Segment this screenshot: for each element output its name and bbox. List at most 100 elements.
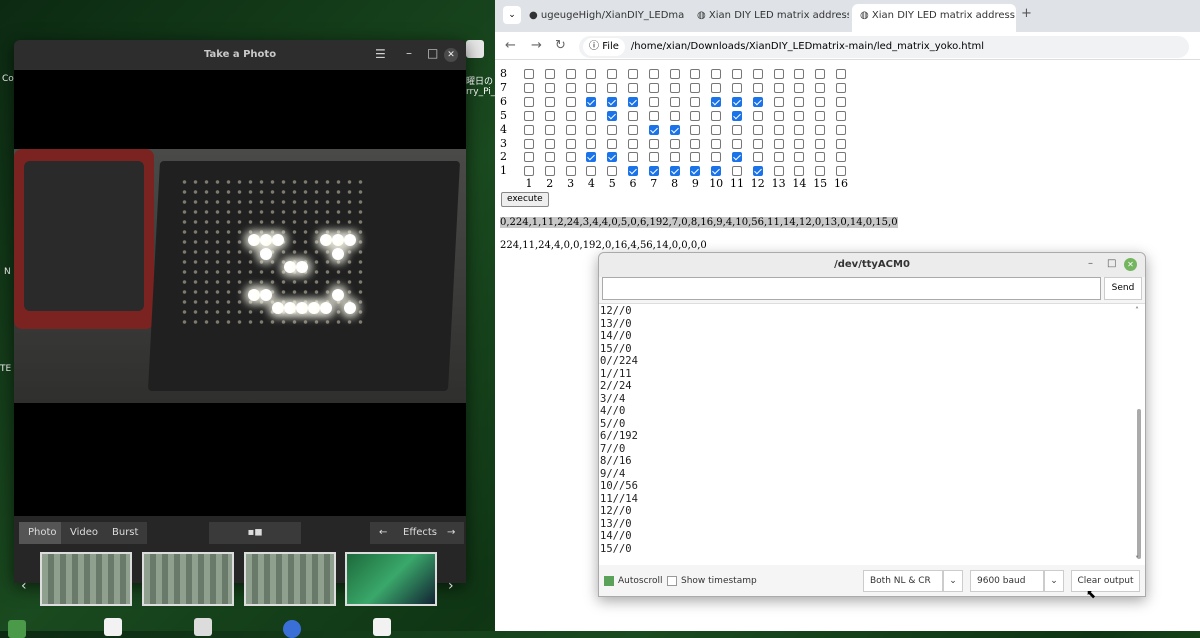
led-checkbox[interactable] bbox=[690, 110, 701, 121]
led-checkbox[interactable] bbox=[773, 166, 784, 177]
led-checkbox[interactable] bbox=[607, 124, 618, 135]
led-checkbox[interactable] bbox=[607, 166, 618, 177]
timestamp-checkbox[interactable] bbox=[667, 576, 677, 586]
led-checkbox[interactable] bbox=[586, 166, 597, 177]
chevron-down-icon[interactable]: ⌄ bbox=[943, 570, 963, 592]
led-checkbox[interactable] bbox=[524, 69, 534, 79]
minimize-icon[interactable]: – bbox=[1088, 258, 1093, 269]
scrollbar[interactable]: ˄ ˅ bbox=[1135, 306, 1143, 564]
line-ending-select[interactable]: Both NL & CR bbox=[863, 570, 943, 592]
led-checkbox[interactable] bbox=[648, 166, 659, 177]
led-checkbox[interactable] bbox=[711, 82, 722, 93]
led-checkbox[interactable] bbox=[773, 69, 784, 79]
led-checkbox[interactable] bbox=[794, 124, 805, 135]
chevron-right-icon[interactable]: › bbox=[448, 578, 454, 594]
mode-burst[interactable]: Burst bbox=[103, 522, 148, 544]
led-checkbox[interactable] bbox=[544, 152, 555, 163]
led-checkbox[interactable] bbox=[773, 82, 784, 93]
led-checkbox[interactable] bbox=[815, 110, 826, 121]
led-checkbox[interactable] bbox=[628, 124, 638, 135]
thumbnail[interactable] bbox=[142, 552, 234, 606]
scroll-up-icon[interactable]: ˄ bbox=[1135, 306, 1139, 315]
close-icon[interactable]: ✕ bbox=[1124, 258, 1137, 271]
thumbnail[interactable] bbox=[40, 552, 132, 606]
led-checkbox[interactable] bbox=[648, 110, 659, 121]
led-checkbox[interactable] bbox=[752, 138, 763, 149]
led-checkbox[interactable] bbox=[544, 124, 555, 135]
led-checkbox[interactable] bbox=[690, 69, 701, 79]
led-checkbox[interactable] bbox=[690, 138, 701, 149]
led-checkbox[interactable] bbox=[648, 82, 659, 93]
led-checkbox[interactable] bbox=[815, 152, 826, 163]
reload-icon[interactable]: ↻ bbox=[555, 38, 566, 53]
led-checkbox[interactable] bbox=[711, 110, 722, 121]
led-checkbox[interactable] bbox=[524, 124, 534, 135]
led-checkbox[interactable] bbox=[669, 110, 680, 121]
led-checkbox[interactable] bbox=[794, 166, 805, 177]
image-icon[interactable] bbox=[194, 618, 212, 636]
led-checkbox[interactable] bbox=[565, 124, 576, 135]
led-checkbox[interactable] bbox=[690, 124, 701, 135]
effects-next-icon[interactable]: → bbox=[438, 522, 465, 544]
led-checkbox[interactable] bbox=[752, 96, 763, 107]
led-checkbox[interactable] bbox=[524, 96, 534, 107]
led-checkbox[interactable] bbox=[690, 152, 701, 163]
led-checkbox[interactable] bbox=[565, 82, 576, 93]
led-checkbox[interactable] bbox=[752, 82, 763, 93]
led-checkbox[interactable] bbox=[773, 124, 784, 135]
scroll-down-icon[interactable]: ˅ bbox=[1135, 555, 1139, 564]
led-checkbox[interactable] bbox=[836, 166, 846, 177]
shutter-button[interactable]: ▪◼ bbox=[209, 522, 301, 544]
led-checkbox[interactable] bbox=[836, 69, 846, 79]
led-checkbox[interactable] bbox=[565, 96, 576, 107]
led-checkbox[interactable] bbox=[607, 96, 618, 107]
led-checkbox[interactable] bbox=[544, 166, 555, 177]
back-icon[interactable]: ← bbox=[505, 38, 516, 53]
led-checkbox[interactable] bbox=[524, 166, 534, 177]
led-checkbox[interactable] bbox=[732, 152, 742, 163]
serial-input[interactable] bbox=[602, 277, 1101, 300]
led-checkbox[interactable] bbox=[565, 138, 576, 149]
led-checkbox[interactable] bbox=[586, 69, 597, 79]
led-checkbox[interactable] bbox=[732, 110, 742, 121]
led-checkbox[interactable] bbox=[711, 69, 722, 79]
led-checkbox[interactable] bbox=[711, 166, 722, 177]
led-checkbox[interactable] bbox=[836, 82, 846, 93]
tab-github[interactable]: ● ugeugeHigh/XianDIY_LEDma✕ bbox=[521, 4, 685, 32]
led-checkbox[interactable] bbox=[628, 138, 638, 149]
led-checkbox[interactable] bbox=[669, 96, 680, 107]
led-checkbox[interactable] bbox=[565, 69, 576, 79]
led-checkbox[interactable] bbox=[669, 82, 680, 93]
led-checkbox[interactable] bbox=[648, 138, 659, 149]
led-checkbox[interactable] bbox=[752, 166, 763, 177]
led-checkbox[interactable] bbox=[752, 110, 763, 121]
led-checkbox[interactable] bbox=[607, 82, 618, 93]
led-checkbox[interactable] bbox=[773, 138, 784, 149]
folder-icon[interactable] bbox=[8, 620, 26, 638]
led-checkbox[interactable] bbox=[524, 110, 534, 121]
led-checkbox[interactable] bbox=[690, 166, 701, 177]
led-checkbox[interactable] bbox=[628, 166, 638, 177]
led-checkbox[interactable] bbox=[773, 96, 784, 107]
file-icon[interactable] bbox=[466, 40, 484, 58]
minimize-icon[interactable]: – bbox=[406, 46, 412, 60]
led-checkbox[interactable] bbox=[669, 166, 680, 177]
led-checkbox[interactable] bbox=[669, 152, 680, 163]
led-checkbox[interactable] bbox=[794, 152, 805, 163]
close-icon[interactable]: ✕ bbox=[444, 48, 458, 62]
led-checkbox[interactable] bbox=[711, 96, 722, 107]
led-checkbox[interactable] bbox=[607, 69, 618, 79]
led-checkbox[interactable] bbox=[544, 110, 555, 121]
thumbnail[interactable] bbox=[345, 552, 437, 606]
document-icon[interactable] bbox=[104, 618, 122, 636]
led-checkbox[interactable] bbox=[815, 96, 826, 107]
led-checkbox[interactable] bbox=[607, 152, 618, 163]
led-checkbox[interactable] bbox=[648, 152, 659, 163]
led-checkbox[interactable] bbox=[544, 138, 555, 149]
tab-led-2[interactable]: ◍ Xian DIY LED matrix address bbox=[852, 4, 1016, 32]
led-checkbox[interactable] bbox=[752, 69, 763, 79]
led-checkbox[interactable] bbox=[815, 82, 826, 93]
led-checkbox[interactable] bbox=[815, 138, 826, 149]
led-checkbox[interactable] bbox=[669, 69, 680, 79]
url-scheme-chip[interactable]: ⓘ File bbox=[583, 38, 625, 56]
